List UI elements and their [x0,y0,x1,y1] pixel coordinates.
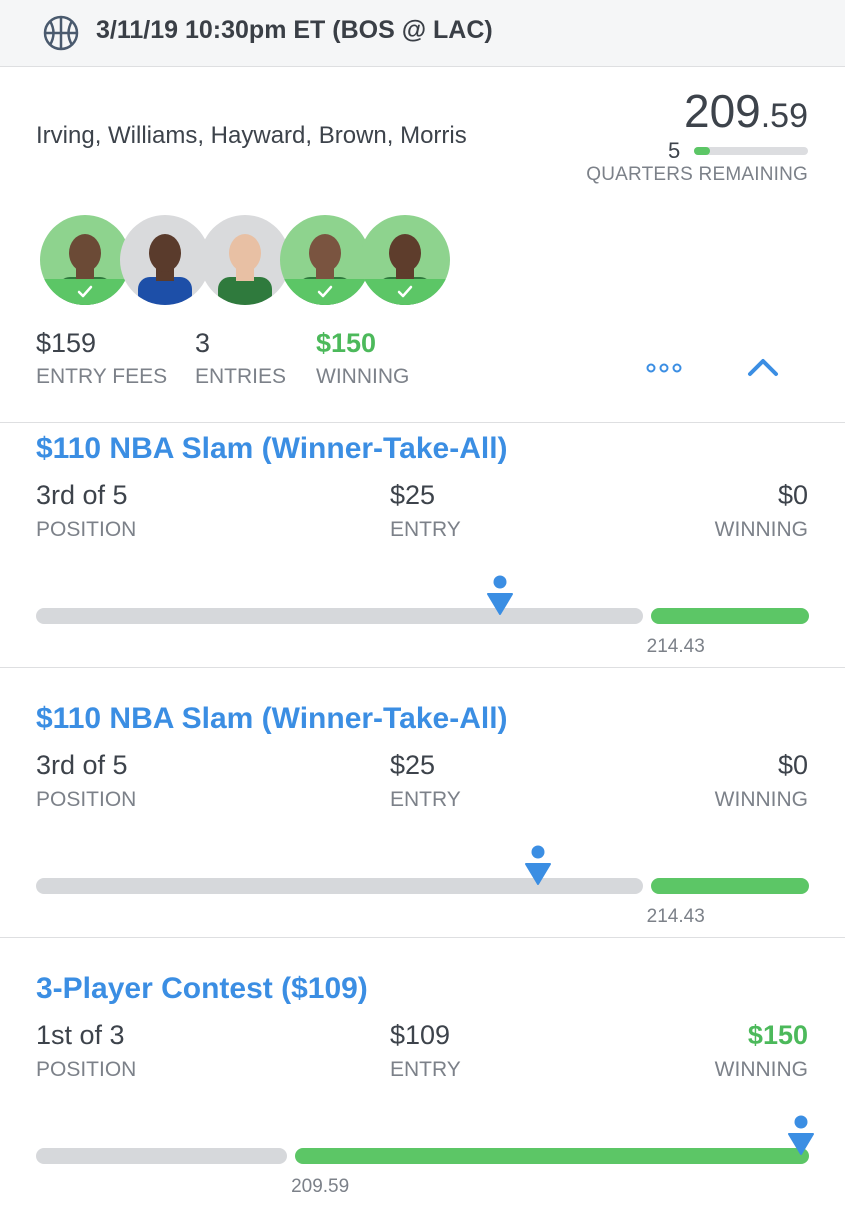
entries-label: ENTRIES [195,365,287,388]
contest-progress-track [36,1148,288,1164]
contest-payout-zone [650,878,809,894]
quarters-remaining-row: 5 [668,138,808,166]
contest-cutoff-score: 209.59 [291,1176,350,1197]
player-brown-avatar[interactable] [280,215,370,305]
game-title: 3/11/19 10:30pm ET (BOS @ LAC) [96,16,493,44]
entries-stat: 3 ENTRIES [195,328,286,389]
player-irving-avatar[interactable] [40,215,130,305]
lineup-score: 209.59 [684,84,808,138]
contest-payout-zone [295,1148,809,1164]
contest-entry-value: $109 [390,1020,451,1050]
contest-divider [0,667,845,668]
entries-value: 3 [195,328,211,358]
contest-winning-label: WINNING [714,788,808,811]
contest-winning-label: WINNING [714,1058,808,1081]
contest-winning-label: WINNING [714,518,808,541]
game-header: 3/11/19 10:30pm ET (BOS @ LAC) [0,0,845,67]
contest-position-value: 3rd of 5 [36,480,128,510]
contest-position-label: POSITION [36,1058,137,1081]
contest-entry-value: $25 [390,750,436,780]
contest-position-label: POSITION [36,518,137,541]
entry-fees-stat: $159 ENTRY FEES [36,328,167,389]
player-williams-avatar[interactable] [120,215,210,305]
quarters-remaining-count: 5 [668,138,681,163]
winning-label: WINNING [316,365,410,388]
contest-cutoff-score: 214.43 [646,906,705,927]
contest-position-value: 3rd of 5 [36,750,128,780]
contest-card[interactable]: 3-Player Contest ($109) 1st of 3 POSITION $… [0,972,845,1232]
contest-winning-value: $150 [747,1020,808,1050]
contest-title[interactable]: $110 NBA Slam (Winner-Take-All) [36,432,508,466]
section-divider [0,422,845,423]
winning-stat: $150 WINNING [316,328,409,389]
contest-divider [0,937,845,938]
contest-entry-label: ENTRY [390,788,461,811]
contest-title[interactable]: 3-Player Contest ($109) [36,972,368,1006]
winning-value: $150 [316,328,377,358]
quarters-progress-bar [694,147,808,155]
quarters-progress-fill [694,147,710,155]
chevron-up-icon[interactable] [746,354,780,380]
contest-entry-value: $25 [390,480,436,510]
player-morris-avatar[interactable] [360,215,450,305]
score-integer: 209 [683,85,761,137]
contest-progress-track [36,608,643,624]
user-position-marker-icon [525,845,552,885]
user-position-marker-icon [486,575,513,615]
contest-entry-label: ENTRY [390,518,461,541]
contest-card[interactable]: $110 NBA Slam (Winner-Take-All) 3rd of 5 P… [0,432,845,692]
player-hayward-avatar[interactable] [200,215,290,305]
contest-entry-label: ENTRY [390,1058,461,1081]
player-avatars [40,215,450,307]
contest-position-value: 1st of 3 [36,1020,125,1050]
entry-fees-label: ENTRY FEES [36,365,168,388]
contest-payout-zone [650,608,809,624]
basketball-icon [43,15,79,51]
contest-winning-value: $0 [777,480,808,510]
score-decimal: .59 [760,97,808,135]
quarters-remaining-label: QUARTERS REMAINING [586,164,808,185]
more-options-icon[interactable] [645,360,685,376]
contest-card[interactable]: $110 NBA Slam (Winner-Take-All) 3rd of 5 P… [0,702,845,962]
contest-title[interactable]: $110 NBA Slam (Winner-Take-All) [36,702,508,736]
user-position-marker-icon [788,1115,815,1155]
contest-winning-value: $0 [777,750,808,780]
contest-cutoff-score: 214.43 [646,636,705,657]
entry-fees-value: $159 [36,328,97,358]
contest-position-label: POSITION [36,788,137,811]
lineup-players: Irving, Williams, Hayward, Brown, Morris [36,122,467,149]
